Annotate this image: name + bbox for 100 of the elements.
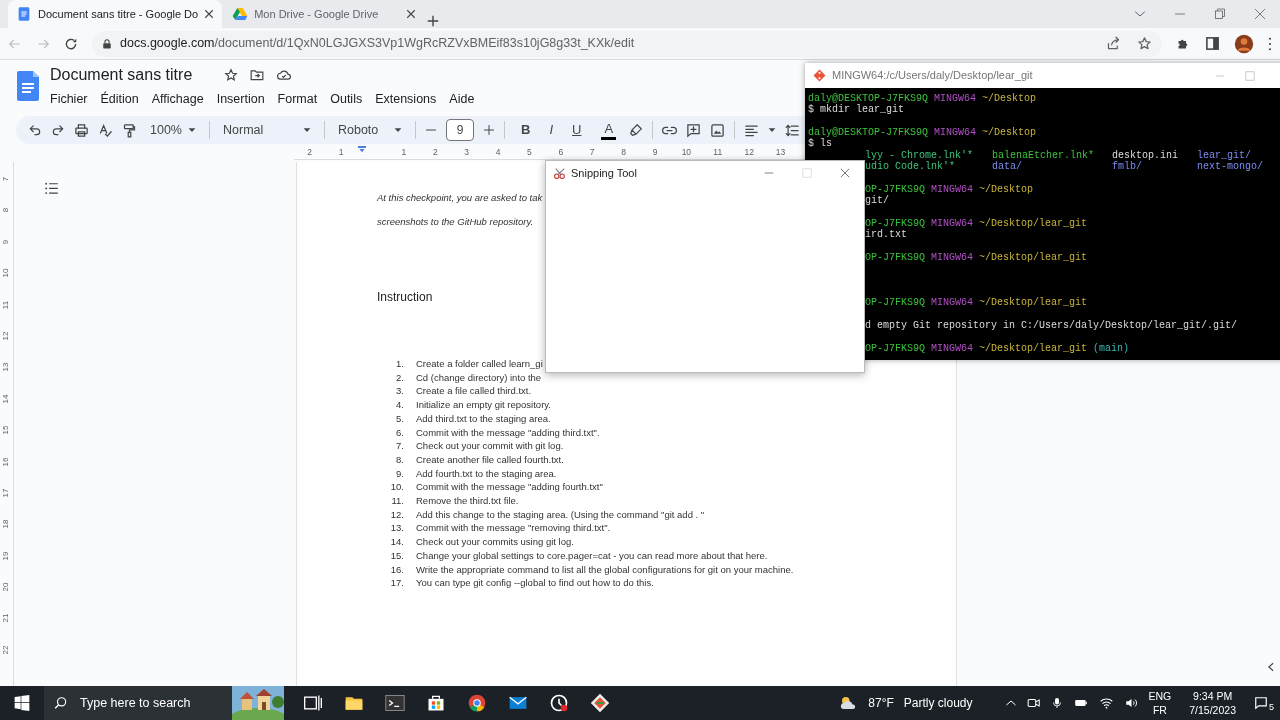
close-icon[interactable]	[204, 9, 215, 19]
terminal-text: lear_git/	[1197, 149, 1251, 161]
terminal-text: MINGW64	[931, 297, 974, 309]
more-icon[interactable]	[1268, 36, 1272, 51]
git-logo-icon	[813, 69, 826, 82]
step-number: 16.	[389, 562, 404, 577]
step-text: Initialize an empty git repository.	[416, 398, 551, 412]
browser-tab[interactable]: Mon Drive - Google Drive	[224, 0, 425, 28]
notification-icon[interactable]	[1254, 696, 1268, 710]
document-title[interactable]: Document sans titre	[50, 62, 193, 87]
browser-tab[interactable]: Document sans titre - Google Do	[8, 0, 223, 28]
wifi-icon[interactable]	[1098, 696, 1114, 710]
style-dropdown[interactable]: Normal	[219, 120, 315, 140]
caret-icon	[303, 126, 311, 134]
reload-icon[interactable]	[64, 36, 78, 51]
line-spacing-icon[interactable]	[785, 122, 801, 138]
highlighter-icon[interactable]	[629, 123, 644, 137]
terminal-text: data/	[992, 161, 1023, 173]
terminal-text: OP-J7FKS9Q	[865, 183, 925, 195]
step-number: 3.	[395, 384, 404, 399]
docs-logo-icon[interactable]	[16, 70, 40, 102]
redo-icon[interactable]	[51, 123, 65, 137]
terminal-text: ~/Desktop/lear_git	[979, 297, 1088, 309]
spellcheck-icon[interactable]	[98, 122, 113, 138]
vertical-ruler: 7 8 9 10 11 12 13 14 15 16 17 18 19 20 21 22	[0, 162, 14, 686]
outline-icon[interactable]	[44, 182, 60, 196]
plus-icon[interactable]	[483, 124, 495, 136]
step-text: Check out your commit with git log.	[416, 439, 564, 453]
terminal-text: OP-J7FKS9Q	[865, 217, 925, 229]
font-dropdown[interactable]: Roboto	[334, 120, 406, 140]
terminal-text: OP-J7FKS9Q	[865, 297, 925, 309]
cloud-icon[interactable]	[276, 67, 293, 82]
underline-button[interactable]: U	[569, 122, 585, 138]
terminal-text: ird.txt	[865, 229, 907, 241]
avatar-icon[interactable]	[1234, 33, 1254, 54]
document-icon	[16, 6, 32, 22]
terminal-text: ~/Desktop	[982, 127, 1037, 139]
url-domain: docs.google.com	[120, 36, 215, 51]
menu-item[interactable]: Format	[272, 88, 323, 110]
clock-time[interactable]: 9:34 PM	[1193, 689, 1233, 703]
zoom-dropdown[interactable]: 100%	[146, 120, 200, 140]
terminal-text: ~/Desktop/lear_git	[979, 342, 1088, 355]
search-field[interactable]: Type here to search	[78, 686, 232, 720]
speaker-icon[interactable]	[1123, 696, 1139, 710]
clock-date[interactable]: 7/15/2023	[1189, 703, 1236, 717]
font-size-field[interactable]: 9	[446, 119, 474, 141]
star-icon[interactable]	[1137, 36, 1152, 51]
add-comment-icon[interactable]	[686, 122, 702, 138]
terminal-text: MINGW64	[934, 127, 977, 139]
terminal-text: (main)	[1093, 342, 1130, 355]
input-language[interactable]: FR	[1152, 703, 1167, 717]
weather-condition[interactable]: Partly cloudy	[903, 694, 973, 712]
terminal-text: udio Code.lnk'*	[865, 161, 956, 173]
menu-item[interactable]: Insertion	[211, 88, 270, 110]
undo-icon[interactable]	[28, 123, 42, 137]
bold-button[interactable]: B	[518, 122, 534, 138]
image-icon[interactable]	[710, 122, 726, 138]
menu-item[interactable]: Affichage	[146, 88, 209, 110]
menu-item[interactable]: Aide	[444, 88, 480, 110]
share-icon[interactable]	[1106, 36, 1121, 51]
indent-marker-icon[interactable]	[356, 146, 367, 154]
step-text: Create a folder called learn_gi	[416, 357, 543, 371]
step-number: 9.	[395, 466, 404, 481]
menu-item[interactable]: Extensions	[370, 88, 442, 110]
folder-icon[interactable]	[250, 67, 265, 82]
notification-count: 5	[1269, 701, 1274, 715]
terminal-text: MINGW64	[934, 93, 977, 105]
step-text: Cd (change directory) into the	[416, 370, 542, 385]
chevron-left-icon[interactable]	[1266, 660, 1276, 674]
close-icon[interactable]	[406, 9, 417, 19]
menu-item[interactable]: Outils	[325, 88, 368, 110]
input-language[interactable]: ENG	[1148, 689, 1172, 703]
menu-item[interactable]: Fichier	[45, 88, 93, 110]
new-tab-icon[interactable]	[426, 14, 441, 28]
star-icon[interactable]	[224, 67, 239, 82]
address-bar[interactable]: docs.google.com/document/d/1QxN0LGJGXS3Vp1WgRcRZVxBMEif83s10jG8g33t_KXk/edit	[92, 30, 1162, 57]
step-text: Remove the third.txt file.	[416, 494, 519, 508]
restore-icon[interactable]	[1214, 8, 1226, 20]
step-text: You can type git config --global to find out how to do this.	[416, 576, 654, 590]
step-number: 11.	[390, 494, 404, 508]
weather-temperature[interactable]: 87°F	[868, 694, 894, 712]
diamond-icon	[589, 693, 610, 713]
print-icon[interactable]	[74, 122, 89, 138]
side-panel-icon[interactable]	[1205, 36, 1220, 51]
step-text: Add fourth.txt to the staging area.	[416, 466, 557, 481]
terminal-text: next-mongo/	[1197, 161, 1263, 173]
camera-icon[interactable]	[1026, 696, 1041, 710]
align-icon[interactable]	[744, 122, 760, 138]
menu-item[interactable]: Édition	[95, 88, 144, 110]
lock-icon	[102, 37, 112, 50]
terminal-text: OP-J7FKS9Q	[865, 252, 925, 264]
terminal-text: MINGW64	[931, 183, 974, 196]
italic-button[interactable]: I	[546, 122, 556, 138]
text-color-button[interactable]: A	[601, 120, 617, 140]
microphone-icon[interactable]	[1050, 696, 1063, 710]
paint-format-icon[interactable]	[122, 122, 137, 138]
terminal-text: desktop.ini	[1112, 149, 1179, 161]
terminal-text: ~/Desktop	[979, 183, 1034, 196]
window-title: MINGW64:/c/Users/daly/Desktop/lear_git	[832, 68, 1033, 84]
terminal-text: MINGW64	[931, 217, 974, 230]
